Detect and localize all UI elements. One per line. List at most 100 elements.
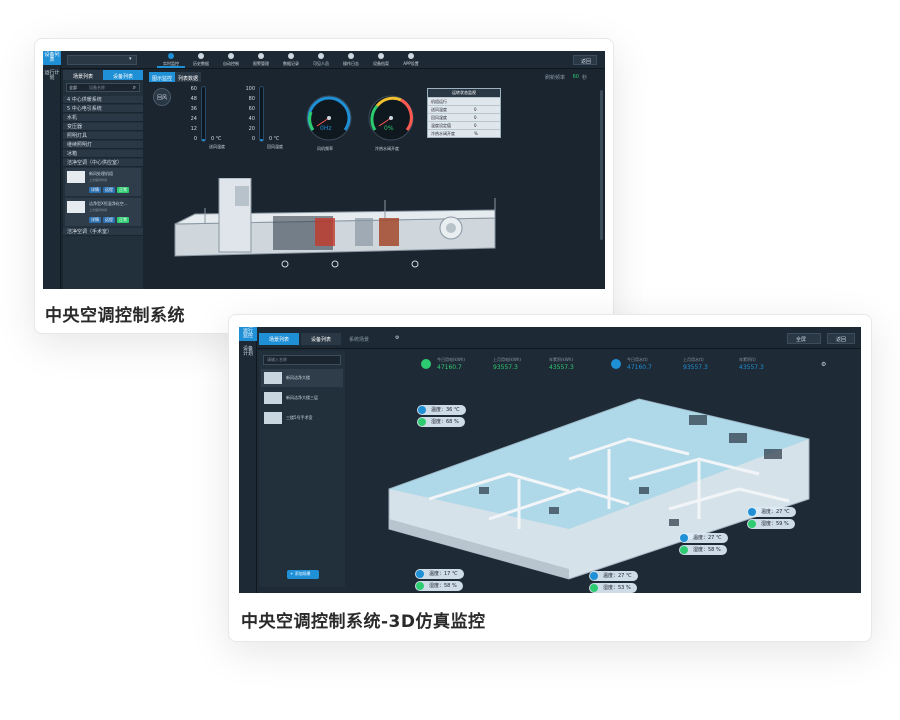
device-group-item[interactable]: 4 中心供暖系统 bbox=[63, 96, 143, 104]
search-box[interactable]: 全部 设备名称 ⌕ bbox=[66, 83, 140, 92]
scene-item[interactable]: 新风洁净大楼三层 bbox=[261, 389, 343, 407]
device-group-item[interactable]: 洁净空调（手术室） bbox=[63, 228, 143, 236]
tab-device-list[interactable]: 设备列表 bbox=[103, 70, 143, 80]
status-row-label: 回风湿度 bbox=[431, 115, 447, 120]
top-tab-2[interactable]: 自动控制 bbox=[217, 52, 245, 68]
project-select[interactable] bbox=[67, 55, 137, 65]
device-action-button[interactable]: 详情 bbox=[89, 217, 101, 223]
search-icon[interactable]: ⌕ bbox=[133, 84, 136, 92]
tab-scene-list[interactable]: 场景列表 bbox=[63, 70, 103, 80]
settings-icon[interactable]: ⚙ bbox=[395, 335, 399, 341]
device-action-button[interactable]: 远程 bbox=[103, 187, 115, 193]
temperature-badge[interactable]: 温度：27 ℃ bbox=[589, 571, 638, 581]
settings-icon[interactable]: ⚙ bbox=[821, 361, 826, 368]
thermo-tick: 24 bbox=[190, 116, 197, 122]
tab-device-list-2[interactable]: 设备列表 bbox=[301, 333, 341, 345]
top-tab-3[interactable]: 报警管理 bbox=[247, 52, 275, 68]
scene-search-box[interactable]: 请输入名称 bbox=[263, 355, 341, 365]
main-vertical-nav-2: 运行 监控 设备 计划 bbox=[239, 327, 257, 593]
thermo-label: 送风温度 bbox=[209, 144, 225, 149]
temperature-value: 温度：27 ℃ bbox=[761, 509, 790, 515]
stat-value: 93557.3 bbox=[683, 364, 708, 371]
fullscreen-button[interactable]: 全屏 bbox=[787, 333, 821, 344]
stat-label: 年累积(t) bbox=[739, 357, 756, 362]
main-scrollbar[interactable] bbox=[600, 90, 603, 240]
device-group-item[interactable]: 洁净空调（中心供应室） bbox=[63, 159, 143, 167]
card1-caption: 中央空调控制系统 bbox=[45, 306, 185, 326]
device-name: 洁净型X恒温净化空... bbox=[89, 201, 128, 206]
status-row: 送风温度 0 bbox=[428, 105, 500, 113]
scene-item[interactable]: 新风洁净大楼 bbox=[261, 369, 343, 387]
device-action-button[interactable]: 详情 bbox=[89, 187, 101, 193]
tab-graphic-monitor[interactable]: 图示监控 bbox=[149, 72, 175, 82]
top-tab-0[interactable]: 实时监控 bbox=[157, 52, 185, 68]
stat-label: 今日用水(t) bbox=[627, 357, 648, 362]
hvac-3d-screen: 运行 监控 设备 计划 场景列表 设备列表 系统场景 ⚙ 全屏 返回 请输入名称 新… bbox=[239, 327, 861, 593]
humidity-badge[interactable]: 湿度：59 % bbox=[747, 519, 795, 529]
device-action-button[interactable]: 正常 bbox=[117, 187, 129, 193]
scene-item[interactable]: 三楼5号手术室 bbox=[261, 409, 343, 427]
temperature-badge[interactable]: 温度：27 ℃ bbox=[679, 533, 728, 543]
nav-item-plan-2[interactable]: 设备 计划 bbox=[239, 347, 257, 357]
stat-label: 年累积(kWh) bbox=[549, 357, 573, 362]
thermometer-icon bbox=[416, 570, 424, 578]
device-group-item[interactable]: 变压器 bbox=[63, 123, 143, 131]
device-action-button[interactable]: 远程 bbox=[103, 217, 115, 223]
humidity-badge[interactable]: 湿度：53 % bbox=[589, 583, 637, 593]
top-tab-8[interactable]: APP设置 bbox=[397, 52, 425, 68]
temperature-badge[interactable]: 温度：17 ℃ bbox=[415, 569, 464, 579]
stat-label: 上月用电(kWh) bbox=[493, 357, 521, 362]
top-tab-icon bbox=[228, 53, 234, 59]
top-tab-6[interactable]: 操作日志 bbox=[337, 52, 365, 68]
return-air-label: 回风 bbox=[157, 95, 168, 101]
stat-label: 今日用电(kWh) bbox=[437, 357, 465, 362]
tab-scene-list-2[interactable]: 场景列表 bbox=[259, 333, 299, 345]
refresh-value[interactable]: 60 bbox=[573, 74, 579, 80]
device-group-item[interactable]: 5 中心电引系统 bbox=[63, 105, 143, 113]
back-label-2: 返回 bbox=[836, 337, 847, 343]
humidity-icon bbox=[680, 546, 688, 554]
nav-item-run[interactable]: 运行 监控 bbox=[239, 327, 257, 341]
status-row: 机组运行 bbox=[428, 97, 500, 105]
temperature-badge[interactable]: 温度：36 ℃ bbox=[417, 405, 466, 415]
top-tab-label: 操作日志 bbox=[343, 61, 359, 66]
add-scene-button[interactable]: + 添加场景 bbox=[287, 570, 319, 579]
refresh-label: 刷新频率 bbox=[544, 75, 565, 81]
device-thumbnail bbox=[67, 171, 85, 183]
back-button[interactable]: 返回 bbox=[573, 55, 597, 65]
nav-item-plan[interactable]: 运行计划 bbox=[43, 71, 61, 81]
status-row: 回风湿度 0 bbox=[428, 113, 500, 121]
device-name: 新风处理机组 bbox=[89, 171, 113, 176]
top-tab-icon bbox=[198, 53, 204, 59]
top-tab-5[interactable]: 可见人员 bbox=[307, 52, 335, 68]
device-group-item[interactable]: 继续照明灯 bbox=[63, 141, 143, 149]
humidity-badge[interactable]: 湿度：58 % bbox=[415, 581, 463, 591]
status-row: 温度设定值 0 bbox=[428, 121, 500, 129]
thermo-label: 回风温度 bbox=[267, 144, 283, 149]
device-group-item[interactable]: 冰箱 bbox=[63, 150, 143, 158]
top-tab-1[interactable]: 历史数据 bbox=[187, 52, 215, 68]
thermo-value: 0 ℃ bbox=[211, 136, 222, 142]
humidity-value: 湿度：59 % bbox=[761, 521, 789, 527]
nav-item-devices[interactable]: 设备列表 bbox=[43, 51, 61, 65]
top-tab-label: 设备档案 bbox=[373, 61, 389, 66]
top-tab-label: 自动控制 bbox=[223, 61, 239, 66]
humidity-badge[interactable]: 湿度：58 % bbox=[679, 545, 727, 555]
top-tab-7[interactable]: 设备档案 bbox=[367, 52, 395, 68]
scene-thumbnail bbox=[264, 412, 282, 424]
temperature-value: 温度：17 ℃ bbox=[429, 571, 458, 577]
device-card[interactable]: 洁净型X恒温净化空... 上次保养时间 详情 远程 正常 bbox=[65, 198, 141, 226]
device-card[interactable]: 新风处理机组 上次保养时间 详情 远程 正常 bbox=[65, 168, 141, 196]
device-group-item[interactable]: 照明灯具 bbox=[63, 132, 143, 140]
top-tab-4[interactable]: 数据记录 bbox=[277, 52, 305, 68]
return-air-button[interactable]: 回风 bbox=[153, 88, 171, 106]
tab-list-data[interactable]: 列表数据 bbox=[175, 72, 201, 82]
back-button-2[interactable]: 返回 bbox=[827, 333, 855, 344]
humidity-badge[interactable]: 湿度：68 % bbox=[417, 417, 465, 427]
temperature-badge[interactable]: 温度：27 ℃ bbox=[747, 507, 796, 517]
nav-plan-label: 计划 bbox=[242, 351, 253, 357]
device-action-button[interactable]: 正常 bbox=[117, 217, 129, 223]
temperature-value: 温度：36 ℃ bbox=[431, 407, 460, 413]
temperature-value: 温度：27 ℃ bbox=[603, 573, 632, 579]
device-group-item[interactable]: 水机 bbox=[63, 114, 143, 122]
